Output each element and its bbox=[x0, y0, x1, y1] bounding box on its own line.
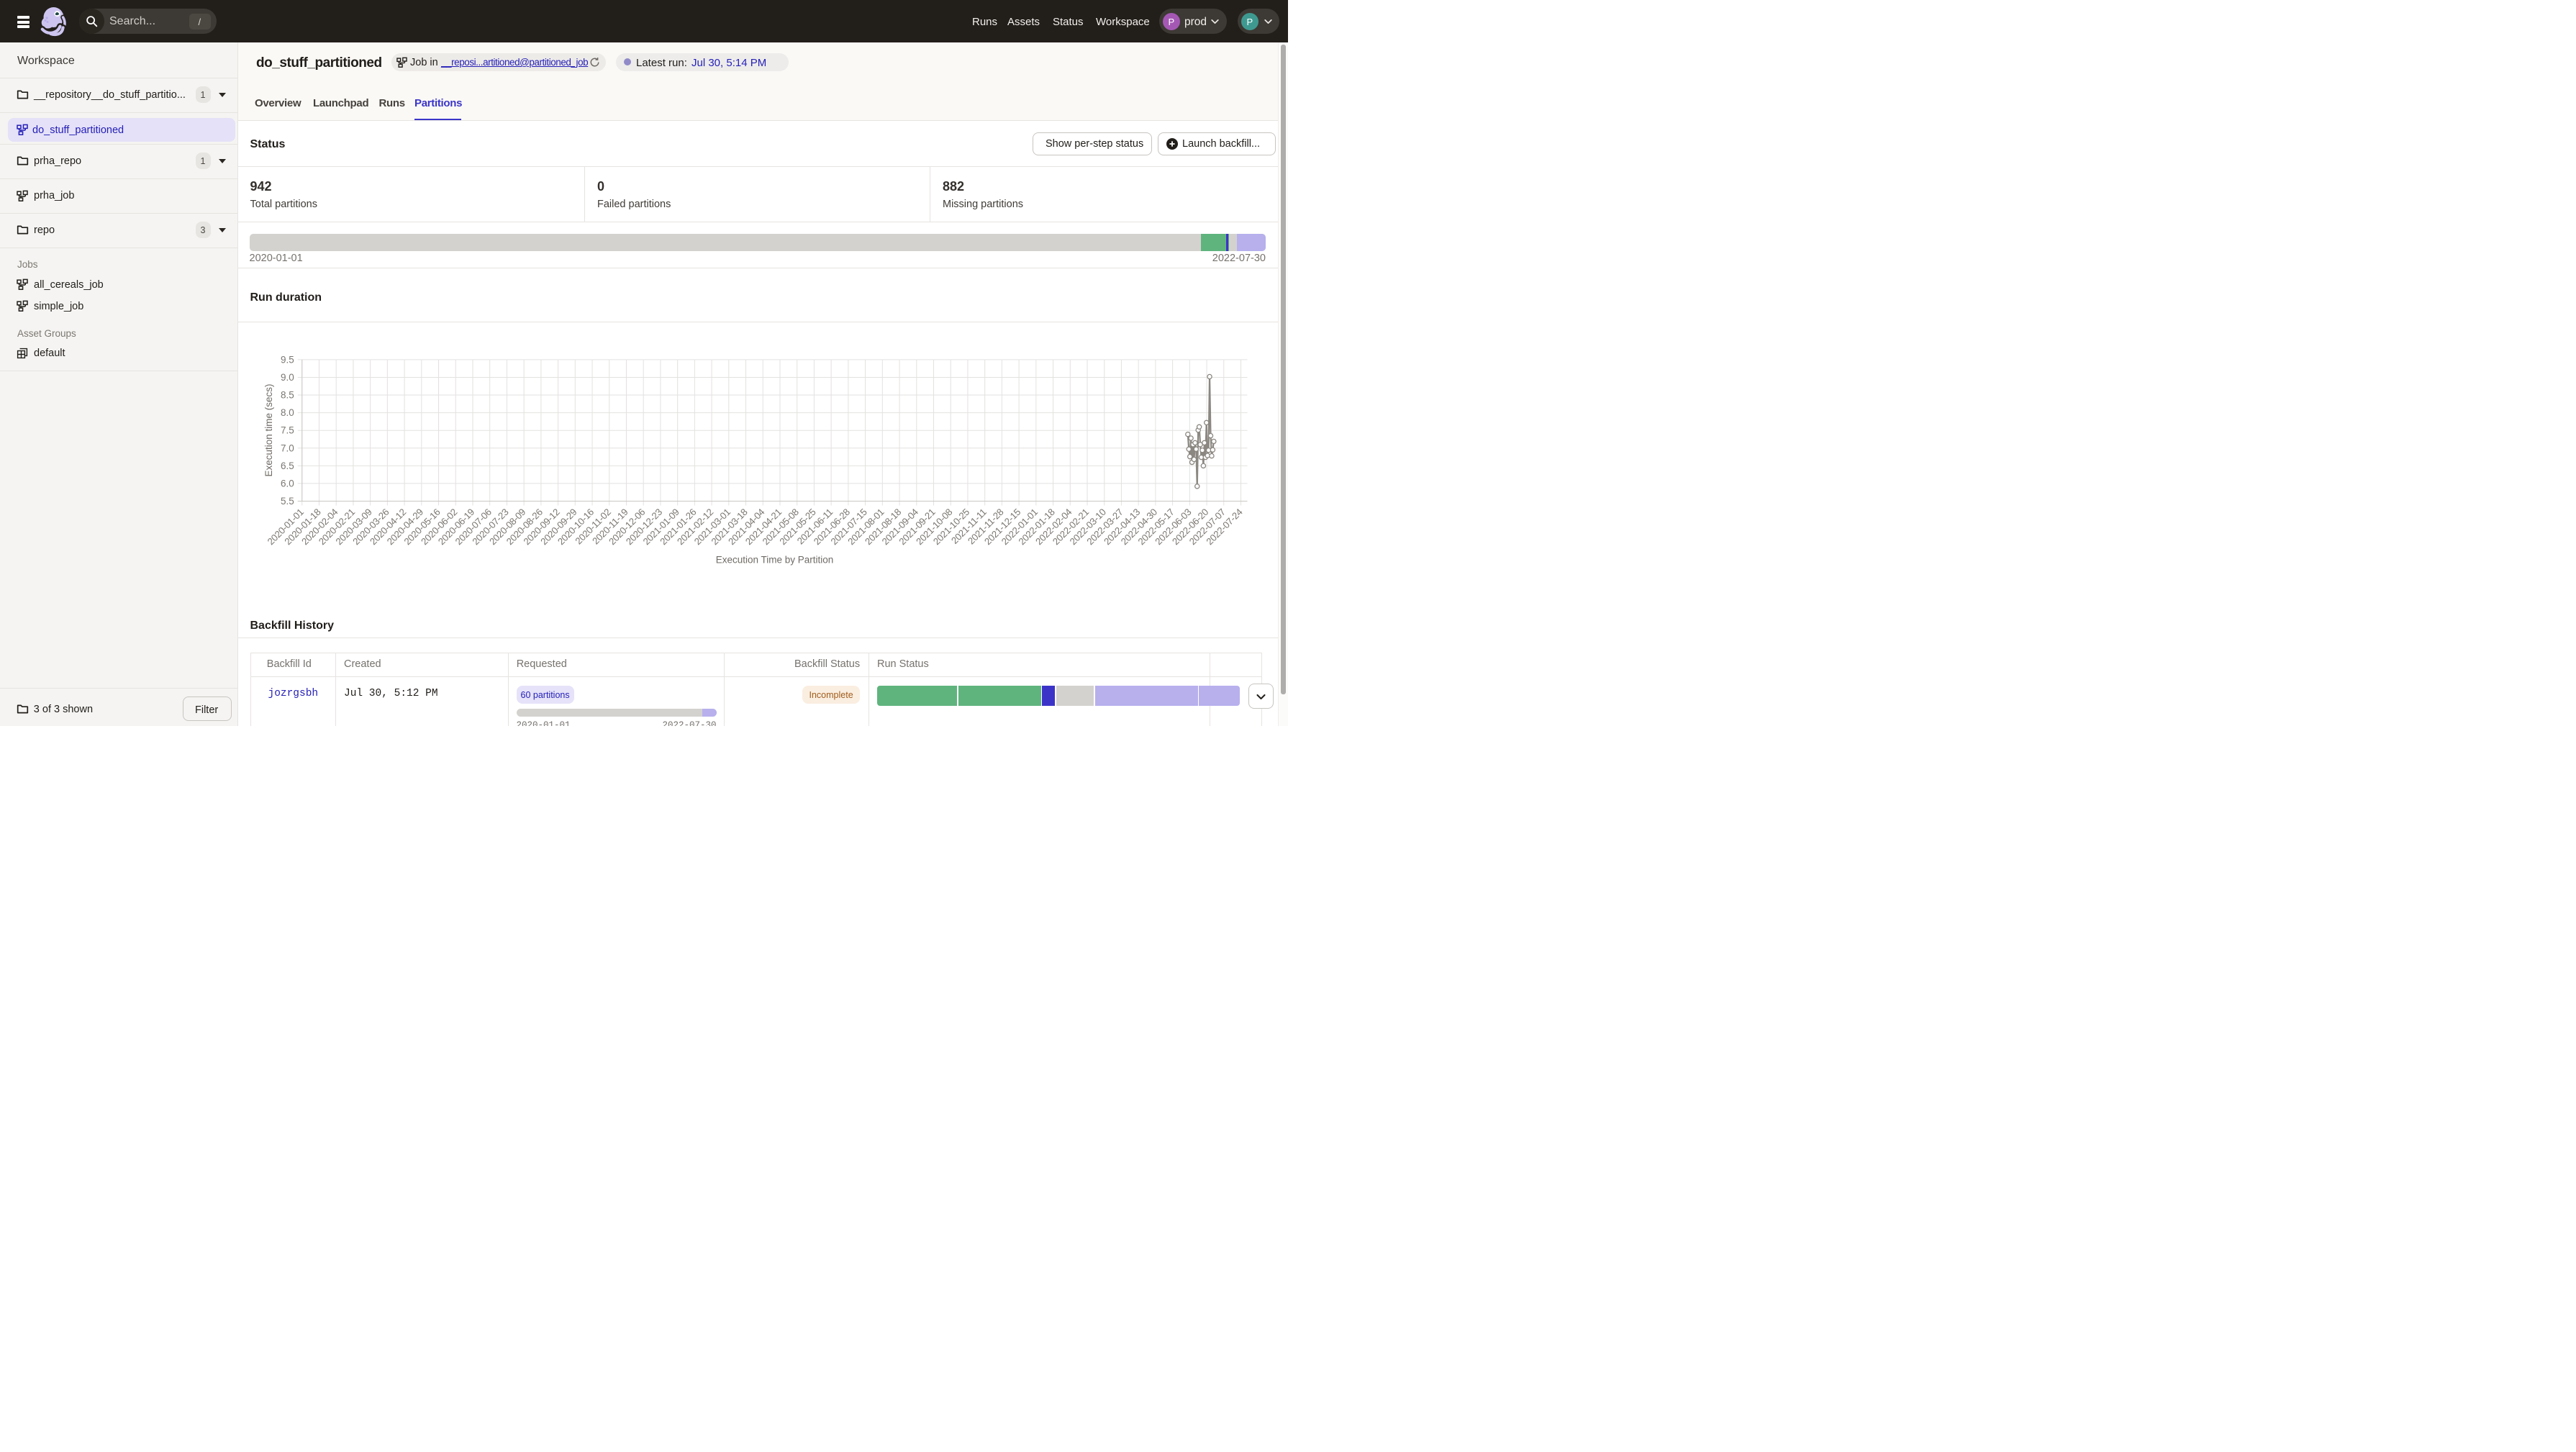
svg-text:9.0: 9.0 bbox=[280, 371, 294, 382]
svg-text:8.0: 8.0 bbox=[280, 407, 294, 418]
svg-text:6.0: 6.0 bbox=[280, 478, 294, 489]
svg-text:9.5: 9.5 bbox=[280, 354, 294, 365]
svg-text:Execution time (secs): Execution time (secs) bbox=[263, 384, 274, 476]
svg-text:7.5: 7.5 bbox=[280, 425, 294, 435]
svg-text:8.5: 8.5 bbox=[280, 389, 294, 400]
svg-text:6.5: 6.5 bbox=[280, 460, 294, 471]
svg-text:Execution Time by Partition: Execution Time by Partition bbox=[715, 554, 833, 565]
svg-text:5.5: 5.5 bbox=[280, 496, 294, 507]
svg-text:7.0: 7.0 bbox=[280, 443, 294, 453]
